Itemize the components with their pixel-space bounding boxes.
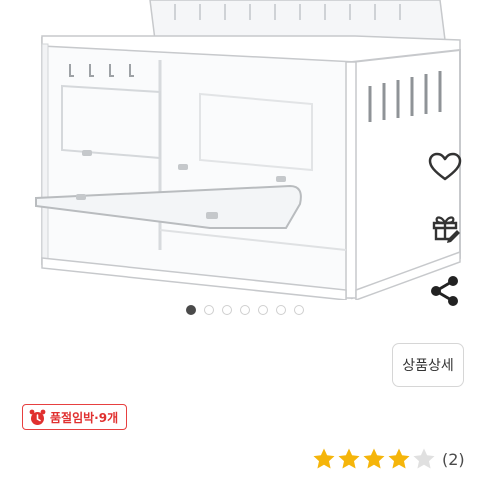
- carousel-dot[interactable]: [204, 305, 214, 315]
- review-count[interactable]: (2): [442, 450, 465, 469]
- star-empty-icon: [413, 448, 435, 469]
- carousel-dot[interactable]: [222, 305, 232, 315]
- share-button[interactable]: [428, 274, 462, 308]
- like-button[interactable]: [428, 150, 462, 184]
- low-stock-badge: 품절임박·9개: [22, 404, 128, 430]
- gift-icon: [432, 216, 460, 243]
- star-filled-icon: [313, 448, 335, 469]
- star-filled-icon: [363, 448, 385, 469]
- product-image[interactable]: [0, 0, 490, 302]
- carousel-dot[interactable]: [258, 305, 268, 315]
- star-filled-icon: [388, 448, 410, 469]
- carousel-dot[interactable]: [240, 305, 250, 315]
- product-cage-illustration: [35, 0, 461, 302]
- low-stock-label: 품절임박·9개: [50, 410, 119, 425]
- carousel-dot[interactable]: [186, 305, 196, 315]
- star-filled-icon: [338, 448, 360, 469]
- share-icon: [431, 276, 458, 306]
- gift-button[interactable]: [428, 210, 462, 244]
- image-carousel-indicator: [0, 305, 490, 319]
- alarm-clock-icon: [29, 409, 46, 425]
- carousel-dot[interactable]: [294, 305, 304, 315]
- product-detail-button[interactable]: 상품상세: [392, 343, 464, 387]
- heart-icon: [428, 152, 462, 181]
- product-rating[interactable]: (2): [312, 446, 465, 472]
- product-detail-label: 상품상세: [402, 358, 454, 374]
- carousel-dot[interactable]: [276, 305, 286, 315]
